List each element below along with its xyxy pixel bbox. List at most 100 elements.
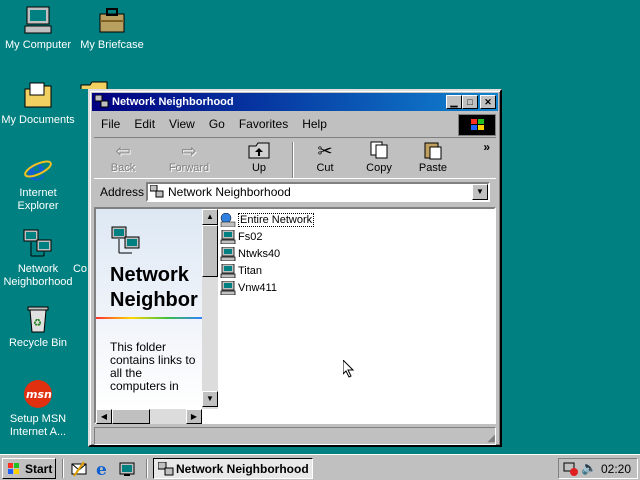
minimize-icon: ▁ bbox=[450, 97, 458, 107]
cut-label: Cut bbox=[316, 162, 334, 174]
address-dropdown-button[interactable]: ▼ bbox=[472, 184, 488, 200]
start-button[interactable]: Start bbox=[2, 458, 56, 479]
computer-icon bbox=[220, 229, 236, 244]
computer-icon bbox=[220, 280, 236, 295]
up-label: Up bbox=[251, 162, 267, 174]
back-button[interactable]: ⇦ Back bbox=[98, 140, 148, 178]
computer-icon bbox=[220, 263, 236, 278]
minimize-button[interactable]: ▁ bbox=[446, 95, 462, 109]
desktop-icon-label: Co bbox=[72, 263, 88, 275]
desktop-icon-setup-msn[interactable]: msn Setup MSN Internet A... bbox=[0, 378, 76, 439]
resize-grip-icon[interactable]: ◢ bbox=[487, 433, 495, 444]
address-input[interactable]: Network Neighborhood ▼ bbox=[146, 182, 490, 202]
menu-file[interactable]: File bbox=[94, 117, 127, 131]
scroll-thumb[interactable] bbox=[202, 225, 218, 277]
network-neighborhood-icon bbox=[94, 94, 109, 109]
desktop-icon-label: My Briefcase bbox=[80, 39, 144, 51]
desktop-icon-label: Network Neighborhood bbox=[3, 263, 73, 288]
status-bar: ◢ bbox=[94, 427, 496, 445]
file-name: Fs02 bbox=[238, 230, 263, 243]
desktop-icon-label: My Computer bbox=[4, 39, 72, 51]
scissors-icon: ✂ bbox=[317, 141, 333, 161]
documents-folder-icon bbox=[22, 79, 54, 111]
close-button[interactable]: ✕ bbox=[480, 95, 496, 109]
info-pane: Network Neighbor This folder contains li… bbox=[96, 209, 202, 409]
cut-button[interactable]: ✂ Cut bbox=[300, 140, 350, 178]
up-button[interactable]: Up bbox=[234, 140, 284, 178]
desktop-icon-my-briefcase[interactable]: My Briefcase bbox=[74, 4, 150, 52]
file-name: Ntwks40 bbox=[238, 247, 281, 260]
info-title-line2: Neighbor bbox=[110, 289, 198, 311]
file-list: Entire Network Fs02 Ntwks40 Titan Vnw411 bbox=[220, 211, 315, 296]
maximize-icon: □ bbox=[467, 97, 473, 107]
desktop-icon-network-neighborhood[interactable]: Network Neighborhood bbox=[0, 228, 76, 289]
hscroll-thumb[interactable] bbox=[112, 409, 150, 424]
computer-icon bbox=[220, 246, 236, 261]
list-item[interactable]: Entire Network bbox=[220, 211, 315, 228]
vertical-scrollbar[interactable]: ▲ ▼ bbox=[202, 209, 218, 409]
globe-network-icon bbox=[220, 212, 236, 227]
list-item[interactable]: Fs02 bbox=[220, 228, 314, 245]
forward-arrow-icon: ⇨ bbox=[181, 141, 197, 161]
down-arrow-icon: ▼ bbox=[206, 394, 214, 403]
network-neighborhood-window[interactable]: Network Neighborhood ▁ □ ✕ File Edit Vie… bbox=[88, 89, 502, 447]
forward-button[interactable]: ⇨ Forward bbox=[152, 140, 226, 178]
menu-favorites[interactable]: Favorites bbox=[232, 117, 295, 131]
internet-explorer-icon: e bbox=[22, 152, 54, 188]
scroll-up-button[interactable]: ▲ bbox=[202, 209, 218, 225]
info-pane-title: Network Neighbor bbox=[110, 263, 198, 313]
desktop-icon-my-computer[interactable]: My Computer bbox=[0, 4, 76, 52]
taskbar-item-label: Network Neighborhood bbox=[176, 461, 309, 476]
desktop-icon-my-documents[interactable]: My Documents bbox=[0, 79, 76, 127]
maximize-button[interactable]: □ bbox=[462, 95, 478, 109]
start-label: Start bbox=[25, 461, 53, 476]
desktop-icon-partial[interactable]: Co bbox=[70, 263, 90, 276]
desktop-icon-recycle-bin[interactable]: ♻ Recycle Bin bbox=[0, 302, 76, 350]
desktop-icon-internet-explorer[interactable]: e Internet Explorer bbox=[0, 152, 76, 213]
windows-logo-icon bbox=[458, 114, 496, 136]
address-label: Address bbox=[100, 185, 145, 199]
scroll-right-button[interactable]: ▶ bbox=[186, 409, 202, 424]
network-neighborhood-icon bbox=[157, 461, 174, 479]
menu-help[interactable]: Help bbox=[295, 117, 334, 131]
my-computer-icon bbox=[22, 4, 54, 36]
list-item[interactable]: Vnw411 bbox=[220, 279, 314, 296]
address-value: Network Neighborhood bbox=[168, 185, 291, 199]
list-item[interactable]: Ntwks40 bbox=[220, 245, 314, 262]
address-bar: Address Network Neighborhood ▼ bbox=[94, 181, 496, 203]
menu-go[interactable]: Go bbox=[202, 117, 232, 131]
windows-flag-icon bbox=[7, 462, 21, 475]
taskbar-item-network-neighborhood[interactable]: Network Neighborhood bbox=[153, 458, 313, 479]
title-bar[interactable]: Network Neighborhood ▁ □ ✕ bbox=[92, 93, 498, 111]
back-arrow-icon: ⇦ bbox=[115, 141, 131, 161]
dropdown-arrow-icon: ▼ bbox=[476, 187, 484, 196]
quicklaunch-outlook-express-icon[interactable] bbox=[70, 460, 88, 478]
toolbar-more-button[interactable]: » bbox=[483, 140, 490, 154]
menu-edit[interactable]: Edit bbox=[127, 117, 162, 131]
quicklaunch-show-desktop-icon[interactable] bbox=[118, 460, 136, 478]
taskbar-separator bbox=[146, 459, 148, 478]
toolbar: ⇦ Back ⇨ Forward Up ✂ Cut Copy Paste » bbox=[94, 137, 496, 179]
network-neighborhood-icon bbox=[149, 184, 164, 202]
list-item[interactable]: Titan bbox=[220, 262, 314, 279]
toolbar-separator bbox=[292, 142, 294, 178]
paste-button[interactable]: Paste bbox=[408, 140, 458, 178]
menu-view[interactable]: View bbox=[162, 117, 202, 131]
horizontal-scrollbar[interactable]: ◀ ▶ bbox=[96, 409, 202, 424]
network-status-icon[interactable] bbox=[563, 461, 579, 480]
info-pane-divider bbox=[96, 317, 202, 319]
svg-text:e: e bbox=[96, 460, 107, 478]
copy-icon bbox=[354, 140, 404, 162]
quicklaunch-internet-explorer-icon[interactable]: e bbox=[94, 460, 112, 480]
copy-button[interactable]: Copy bbox=[354, 140, 404, 178]
paste-label: Paste bbox=[418, 162, 448, 174]
desktop-icon-label: My Documents bbox=[1, 114, 75, 126]
taskbar-separator bbox=[62, 459, 64, 478]
desktop-icon-label: Internet Explorer bbox=[17, 187, 59, 212]
svg-text:♻: ♻ bbox=[33, 318, 42, 329]
back-label: Back bbox=[110, 162, 136, 174]
volume-icon[interactable]: 🔈 bbox=[581, 460, 597, 476]
scroll-down-button[interactable]: ▼ bbox=[202, 391, 218, 407]
scroll-left-button[interactable]: ◀ bbox=[96, 409, 112, 424]
clock[interactable]: 02:20 bbox=[601, 462, 631, 476]
